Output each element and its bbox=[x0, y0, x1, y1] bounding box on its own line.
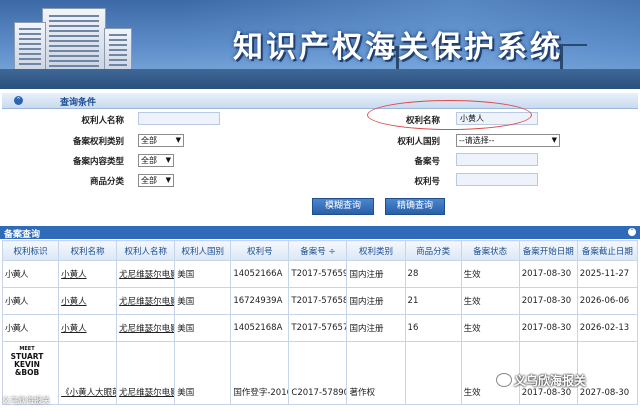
record-no-input[interactable] bbox=[456, 153, 538, 166]
results-header: 备案查询 ⌃ bbox=[0, 226, 640, 240]
country-cell: 美国 bbox=[174, 260, 232, 288]
owner-name-label: 权利人名称 bbox=[81, 116, 124, 126]
owner-country-label: 权利人国别 bbox=[397, 137, 440, 147]
building-graphic-left bbox=[14, 22, 46, 76]
right-no-cell: 国作登字-2016 bbox=[230, 341, 290, 405]
form-row-3: 备案内容类型 全部 ▼ 备案号 bbox=[2, 151, 638, 172]
right-no-label: 权利号 bbox=[414, 177, 440, 187]
right-name-link[interactable]: 小黄人 bbox=[61, 270, 87, 280]
status-cell: 生效 bbox=[460, 341, 520, 405]
record-no-label: 备案号 bbox=[414, 157, 440, 167]
owner-name-link[interactable]: 尤尼维瑟尔电影 bbox=[119, 270, 174, 280]
country-cell: 美国 bbox=[174, 341, 232, 405]
table-header-row: 权利标识 权利名称 权利人名称 权利人国别 权利号 备案号 ÷ 权利类别 商品分… bbox=[1, 240, 639, 261]
record-right-type-label: 备案权利类别 bbox=[72, 137, 124, 147]
right-no-cell: 14052166A bbox=[230, 260, 290, 288]
form-row-2: 备案权利类别 全部 ▼ 权利人国别 --请选择-- ▼ bbox=[2, 131, 638, 152]
collapse-icon[interactable]: ⌃ bbox=[628, 228, 636, 236]
owner-country-select[interactable]: --请选择-- ▼ bbox=[456, 134, 560, 147]
column-header: 商品分类 bbox=[404, 240, 462, 261]
dropdown-arrow-icon: ▼ bbox=[175, 136, 181, 144]
right-type-cell: 国内注册 bbox=[346, 287, 406, 315]
right-name-link[interactable]: 小黄人 bbox=[61, 324, 87, 334]
trademark-image: 小黄人 bbox=[1, 287, 60, 315]
right-name-link[interactable]: 《小黄人大眼萌 bbox=[61, 388, 116, 398]
dropdown-arrow-icon: ▼ bbox=[165, 156, 171, 164]
column-header: 权利名称 bbox=[58, 240, 118, 261]
right-type-cell: 国内注册 bbox=[346, 260, 406, 288]
record-no-cell: T2017-57658 bbox=[288, 287, 348, 315]
end-date-cell: 2025-11-27 bbox=[576, 260, 639, 288]
column-header-sortable[interactable]: 备案号 ÷ bbox=[288, 240, 348, 261]
fuzzy-search-button[interactable]: 模糊查询 bbox=[312, 198, 374, 215]
highlight-circle bbox=[367, 100, 532, 130]
table-row: 小黄人 小黄人 尤尼维瑟尔电影 美国 16724939A T2017-57658… bbox=[1, 287, 639, 315]
form-row-1: 权利人名称 权利名称 小黄人 bbox=[2, 110, 638, 131]
record-no-cell: T2017-57657 bbox=[288, 314, 348, 342]
category-cell: 28 bbox=[404, 260, 462, 288]
country-cell: 美国 bbox=[174, 314, 232, 342]
start-date-cell: 2017-08-30 bbox=[518, 260, 578, 288]
right-type-cell: 著作权 bbox=[346, 341, 406, 405]
movie-logo: MEET STUART KEVIN &BOB bbox=[10, 346, 44, 377]
end-date-cell: 2026-06-06 bbox=[576, 287, 639, 315]
status-cell: 生效 bbox=[460, 260, 520, 288]
corner-watermark: 义乌欣海报关 bbox=[2, 396, 50, 405]
record-no-cell: T2017-57659 bbox=[288, 260, 348, 288]
query-panel-title: 查询条件 bbox=[60, 98, 97, 108]
right-no-cell: 14052168A bbox=[230, 314, 290, 342]
system-title: 知识产权海关保护系统 bbox=[233, 30, 563, 65]
header-banner: 知识产权海关保护系统 bbox=[0, 0, 640, 89]
end-date-cell: 2027-08-30 bbox=[576, 341, 639, 405]
port-graphic bbox=[0, 69, 640, 89]
column-header: 备案开始日期 bbox=[518, 240, 578, 261]
wechat-icon bbox=[496, 373, 512, 387]
table-row: 小黄人 小黄人 尤尼维瑟尔电影 美国 14052166A T2017-57659… bbox=[1, 260, 639, 288]
building-graphic bbox=[42, 8, 106, 76]
goods-category-label: 商品分类 bbox=[89, 177, 124, 187]
record-content-type-select[interactable]: 全部 ▼ bbox=[138, 154, 174, 167]
status-cell: 生效 bbox=[460, 287, 520, 315]
start-date-cell: 2017-08-30 bbox=[518, 314, 578, 342]
owner-name-link[interactable]: 尤尼维瑟尔电影 bbox=[119, 388, 174, 398]
query-panel-header: ⌃ 查询条件 bbox=[2, 93, 638, 109]
exact-search-button[interactable]: 精确查询 bbox=[385, 198, 445, 215]
record-right-type-select[interactable]: 全部 ▼ bbox=[138, 134, 184, 147]
end-date-cell: 2026-02-13 bbox=[576, 314, 639, 342]
start-date-cell: 2017-08-30 bbox=[518, 287, 578, 315]
dropdown-arrow-icon: ▼ bbox=[165, 176, 171, 184]
column-header: 权利人名称 bbox=[116, 240, 176, 261]
country-cell: 美国 bbox=[174, 287, 232, 315]
owner-name-input[interactable] bbox=[138, 112, 220, 125]
column-header: 权利标识 bbox=[1, 240, 60, 261]
right-type-cell: 国内注册 bbox=[346, 314, 406, 342]
column-header: 权利类别 bbox=[346, 240, 406, 261]
owner-name-link[interactable]: 尤尼维瑟尔电影 bbox=[119, 324, 174, 334]
column-header: 权利号 bbox=[230, 240, 290, 261]
right-no-cell: 16724939A bbox=[230, 287, 290, 315]
category-cell: 16 bbox=[404, 314, 462, 342]
right-name-link[interactable]: 小黄人 bbox=[61, 297, 87, 307]
category-cell bbox=[404, 341, 462, 405]
table-row: 小黄人 小黄人 尤尼维瑟尔电影 美国 14052168A T2017-57657… bbox=[1, 314, 639, 342]
goods-category-select[interactable]: 全部 ▼ bbox=[138, 174, 174, 187]
column-header: 权利人国别 bbox=[174, 240, 232, 261]
record-content-type-label: 备案内容类型 bbox=[72, 157, 124, 167]
status-cell: 生效 bbox=[460, 314, 520, 342]
form-row-4: 商品分类 全部 ▼ 权利号 bbox=[2, 171, 638, 192]
category-cell: 21 bbox=[404, 287, 462, 315]
results-title: 备案查询 bbox=[4, 230, 41, 240]
watermark: 义乌欣海报关 bbox=[514, 374, 587, 388]
dropdown-arrow-icon: ▼ bbox=[551, 136, 557, 144]
collapse-icon[interactable]: ⌃ bbox=[14, 96, 23, 105]
owner-name-link[interactable]: 尤尼维瑟尔电影 bbox=[119, 297, 174, 307]
column-header: 备案状态 bbox=[460, 240, 520, 261]
right-no-input[interactable] bbox=[456, 173, 538, 186]
trademark-image: 小黄人 bbox=[1, 314, 60, 342]
record-no-cell: C2017-57890 bbox=[288, 341, 348, 405]
trademark-image: 小黄人 bbox=[1, 260, 60, 288]
column-header: 备案截止日期 bbox=[576, 240, 639, 261]
